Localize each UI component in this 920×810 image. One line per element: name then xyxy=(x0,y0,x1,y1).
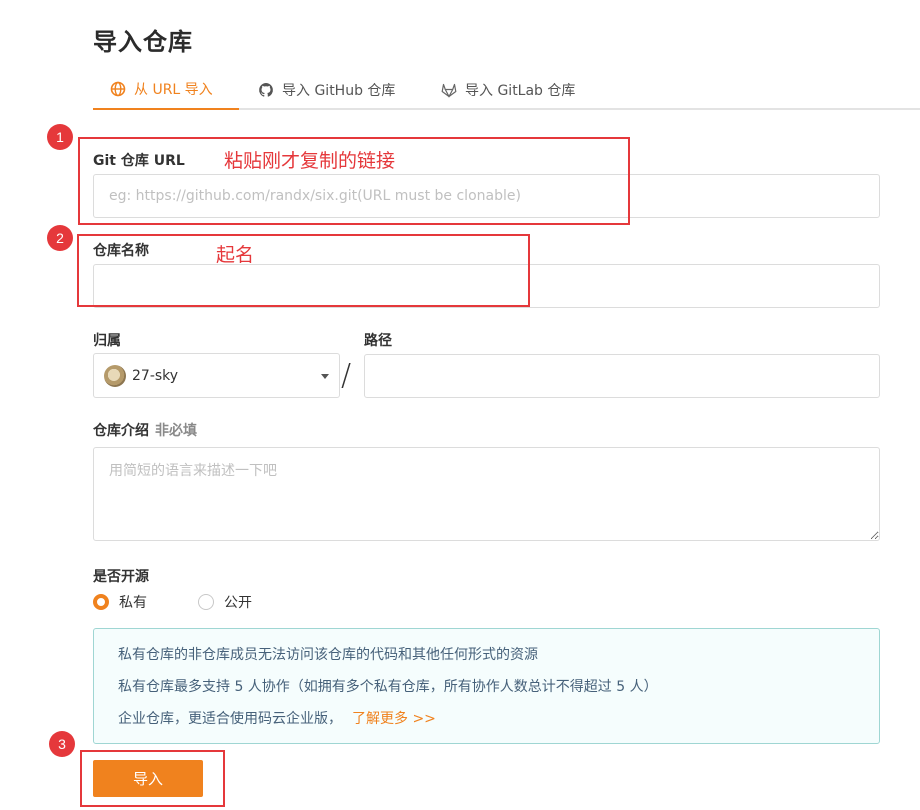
radio-unchecked-icon[interactable] xyxy=(198,594,214,610)
info-line-3-text: 企业仓库，更适合使用码云企业版， xyxy=(118,711,342,727)
annotation-number-2: 2 xyxy=(47,225,73,251)
radio-private[interactable]: 私有 xyxy=(93,592,147,612)
gitlab-icon xyxy=(441,83,457,98)
page-title: 导入仓库 xyxy=(93,28,193,56)
learn-more-link[interactable]: 了解更多 >> xyxy=(352,711,436,727)
desc-optional: 非必填 xyxy=(155,423,197,439)
owner-value: 27-sky xyxy=(132,367,179,384)
import-tabs: 从 URL 导入 导入 GitHub 仓库 导入 GitLab 仓库 xyxy=(93,70,920,110)
tab-github-import[interactable]: 导入 GitHub 仓库 xyxy=(258,70,395,110)
tab-github-label: 导入 GitHub 仓库 xyxy=(282,83,396,99)
info-line-1: 私有仓库的非仓库成员无法访问该仓库的代码和其他任何形式的资源 xyxy=(118,647,538,663)
tab-url-label: 从 URL 导入 xyxy=(134,82,213,98)
github-icon xyxy=(259,83,273,97)
globe-icon xyxy=(110,81,126,97)
annotation-text-1: 粘贴刚才复制的链接 xyxy=(224,150,396,172)
radio-private-label: 私有 xyxy=(119,595,147,611)
desc-textarea[interactable] xyxy=(93,447,880,541)
tab-gitlab-label: 导入 GitLab 仓库 xyxy=(465,83,576,99)
annotation-number-1: 1 xyxy=(47,124,73,150)
radio-public-label: 公开 xyxy=(224,595,252,611)
tab-url-import[interactable]: 从 URL 导入 xyxy=(93,70,239,110)
avatar xyxy=(104,364,126,387)
desc-label-text: 仓库介绍 xyxy=(93,423,149,439)
radio-checked-icon[interactable] xyxy=(93,594,109,610)
open-source-label: 是否开源 xyxy=(93,569,149,585)
owner-select[interactable]: 27-sky xyxy=(93,353,340,398)
chevron-down-icon xyxy=(321,374,329,379)
tab-gitlab-import[interactable]: 导入 GitLab 仓库 xyxy=(441,70,575,110)
radio-public[interactable]: 公开 xyxy=(198,592,252,612)
desc-label: 仓库介绍 非必填 xyxy=(93,420,197,440)
path-separator: / xyxy=(341,358,352,393)
info-line-3: 企业仓库，更适合使用码云企业版， 了解更多 >> xyxy=(118,709,855,741)
info-line-2: 私有仓库最多支持 5 人协作（如拥有多个私有仓库，所有协作人数总计不得超过 5 … xyxy=(118,679,658,695)
annotation-number-3: 3 xyxy=(49,731,75,757)
private-info-box: 私有仓库的非仓库成员无法访问该仓库的代码和其他任何形式的资源 私有仓库最多支持 … xyxy=(93,628,880,744)
annotation-box-name xyxy=(77,234,530,307)
path-label: 路径 xyxy=(364,333,392,349)
annotation-text-2: 起名 xyxy=(216,244,255,266)
annotation-box-import xyxy=(80,750,225,807)
owner-label: 归属 xyxy=(93,333,121,349)
path-input[interactable] xyxy=(364,354,880,398)
